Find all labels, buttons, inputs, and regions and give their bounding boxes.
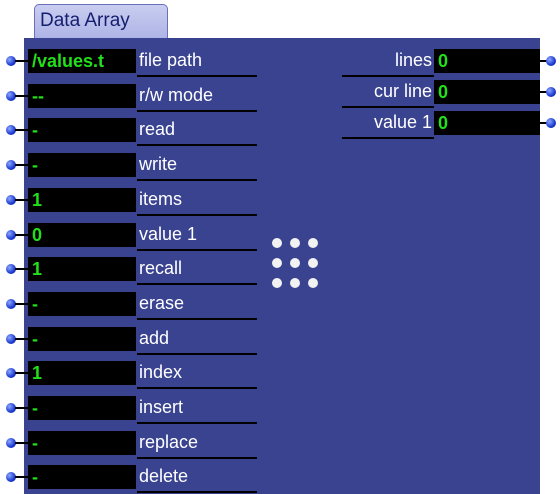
label-underline (342, 137, 434, 139)
object-title-tab[interactable]: Data Array (34, 4, 168, 38)
input-label: index (139, 362, 183, 382)
label-underline (137, 75, 257, 77)
input-label: recall (139, 258, 183, 278)
input-label: read (139, 119, 176, 139)
input-row: 0 value 1 (0, 222, 300, 251)
input-value-field[interactable]: 0 (28, 223, 136, 247)
input-label: replace (139, 432, 199, 452)
input-value-field[interactable]: - (28, 431, 136, 455)
label-underline (137, 214, 257, 216)
input-label: write (139, 154, 178, 174)
input-label: erase (139, 293, 185, 313)
label-underline (137, 491, 257, 493)
input-row: 1 index (0, 360, 300, 389)
inlet-wire (15, 234, 29, 236)
inlet-wire (15, 129, 29, 131)
label-underline (137, 110, 257, 112)
input-row: /values.t file path (0, 48, 300, 77)
input-row: 1 items (0, 187, 300, 216)
outlet-port-icon[interactable] (546, 56, 556, 66)
label-underline (137, 249, 257, 251)
input-label: file path (139, 50, 203, 70)
input-value-field[interactable]: -- (28, 84, 136, 108)
inlet-wire (15, 476, 29, 478)
input-row: - replace (0, 430, 300, 459)
input-row: 1 recall (0, 256, 300, 285)
input-row: - add (0, 326, 300, 355)
input-label: delete (139, 466, 189, 486)
outlet-port-icon[interactable] (546, 118, 556, 128)
grip-dot (272, 258, 282, 268)
inlet-wire (15, 303, 29, 305)
label-underline (137, 457, 257, 459)
input-row: - write (0, 152, 300, 181)
input-value-field[interactable]: 1 (28, 361, 136, 385)
output-value-field: 0 (434, 111, 540, 135)
inlet-wire (15, 372, 29, 374)
input-value-field[interactable]: 1 (28, 257, 136, 281)
grip-dot (272, 238, 282, 248)
label-underline (137, 353, 257, 355)
grip-dot (290, 238, 300, 248)
label-underline (342, 75, 434, 77)
label-underline (137, 318, 257, 320)
input-row: - read (0, 117, 300, 146)
label-underline (137, 387, 257, 389)
label-underline (342, 106, 434, 108)
input-label: r/w mode (139, 85, 214, 105)
input-row: - delete (0, 464, 300, 493)
outlet-port-icon[interactable] (546, 87, 556, 97)
object-title: Data Array (40, 10, 130, 31)
grip-dot (290, 258, 300, 268)
grip-dot (308, 238, 318, 248)
input-row: - erase (0, 291, 300, 320)
label-underline (137, 422, 257, 424)
inlet-wire (15, 407, 29, 409)
input-value-field[interactable]: - (28, 327, 136, 351)
input-value-field[interactable]: /values.t (28, 49, 136, 73)
inlet-wire (15, 268, 29, 270)
output-row: value 10 (330, 110, 560, 139)
input-label: value 1 (139, 224, 198, 244)
grip-dot (308, 258, 318, 268)
input-value-field[interactable]: - (28, 465, 136, 489)
output-row: lines 0 (330, 48, 560, 77)
output-value-field: 0 (434, 49, 540, 73)
inlet-wire (15, 60, 29, 62)
label-underline (137, 179, 257, 181)
output-label: lines (394, 50, 432, 70)
input-value-field[interactable]: 1 (28, 188, 136, 212)
input-value-field[interactable]: - (28, 153, 136, 177)
label-underline (137, 283, 257, 285)
input-label: add (139, 328, 170, 348)
output-value-field: 0 (434, 80, 540, 104)
inlet-wire (15, 442, 29, 444)
input-value-field[interactable]: - (28, 292, 136, 316)
output-row: cur line 0 (330, 79, 560, 108)
grip-dot (272, 278, 282, 288)
output-label: cur line (373, 81, 432, 101)
inlet-wire (15, 338, 29, 340)
input-label: items (139, 189, 183, 209)
input-value-field[interactable]: - (28, 118, 136, 142)
inlet-wire (15, 164, 29, 166)
inlet-wire (15, 199, 29, 201)
input-value-field[interactable]: - (28, 396, 136, 420)
input-label: insert (139, 397, 184, 417)
inlet-wire (15, 95, 29, 97)
resize-grip-icon[interactable] (268, 236, 328, 296)
output-label: value 1 (373, 112, 432, 132)
label-underline (137, 144, 257, 146)
input-row: -- r/w mode (0, 83, 300, 112)
grip-dot (290, 278, 300, 288)
grip-dot (308, 278, 318, 288)
input-row: - insert (0, 395, 300, 424)
